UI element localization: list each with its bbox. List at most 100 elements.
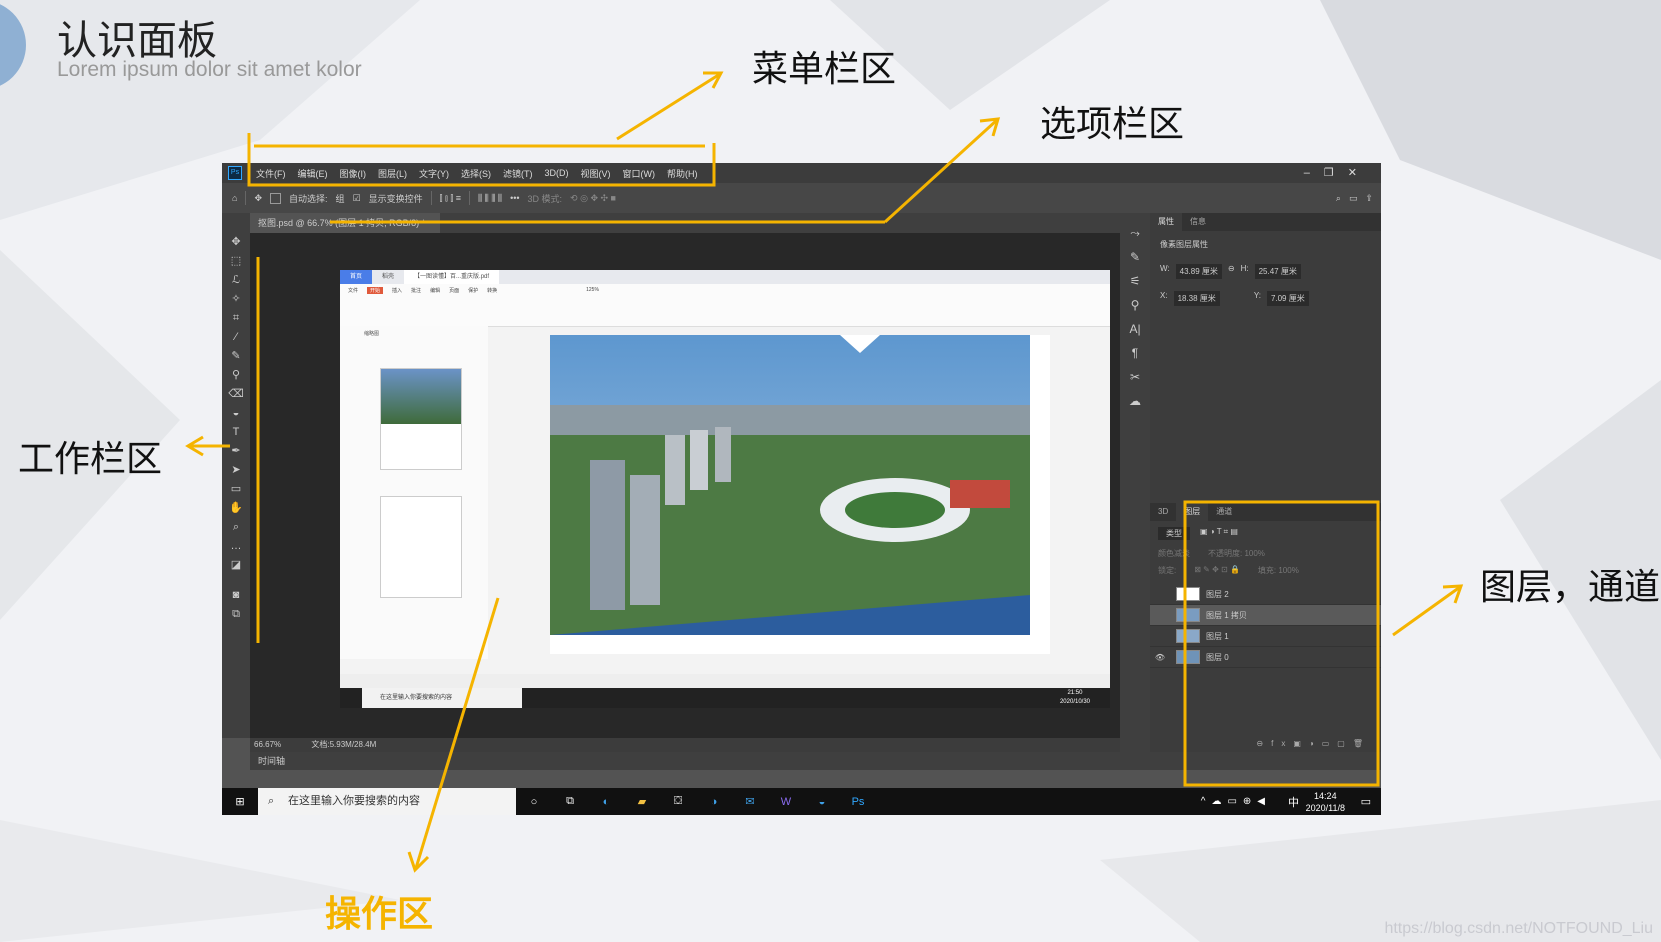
type-tool-icon[interactable]: T — [222, 423, 250, 442]
menu-file[interactable]: 文件(F) — [250, 167, 292, 180]
tray-icons[interactable]: ^☁▭⊕◀ — [1201, 796, 1271, 807]
auto-select-checkbox[interactable] — [269, 192, 281, 204]
tools-icon[interactable]: ✂ — [1120, 365, 1150, 389]
notification-icon[interactable]: ▭ — [1361, 795, 1371, 808]
menu-type[interactable]: 文字(Y) — [413, 167, 455, 180]
status-zoom[interactable]: 66.67% — [254, 740, 281, 749]
ribbon-tab-page[interactable]: 页面 — [449, 287, 459, 294]
tab-layers[interactable]: 图层 — [1176, 503, 1209, 521]
menu-layer[interactable]: 图层(L) — [372, 167, 413, 180]
move-tool-icon[interactable]: ✥ — [254, 193, 262, 204]
layer-row[interactable]: 图层 2 — [1150, 584, 1381, 605]
align-icons[interactable]: ⫿ ⫾ ⫿ ≡ — [440, 193, 461, 204]
color-swatch-icon[interactable]: ◪ — [222, 556, 250, 586]
menu-3d[interactable]: 3D(D) — [539, 168, 575, 178]
layer-footer-icons[interactable]: ⊖fx▣◑▭▢🗑 — [1256, 739, 1371, 748]
taskbar-search[interactable]: ⌕ 在这里输入你要搜索的内容 — [258, 788, 516, 815]
cortana-icon[interactable]: ○ — [516, 796, 552, 808]
edge-icon[interactable]: ◐ — [588, 796, 624, 808]
window-controls[interactable]: –❐✕ — [1304, 166, 1371, 179]
move-tool-icon[interactable]: ✥ — [222, 233, 250, 252]
workspace-icon[interactable]: ▭ — [1349, 193, 1358, 204]
screen-mode-icon[interactable]: ⧉ — [222, 605, 250, 624]
menu-select[interactable]: 选择(S) — [455, 167, 497, 180]
browser2-icon[interactable]: ◒ — [804, 796, 840, 808]
task-view-icon[interactable]: ⧉ — [552, 795, 588, 808]
canvas-area[interactable]: 首页 稻壳 【一图读懂】百...重庆版.pdf 文件 开始 插入 批注 编辑 页… — [250, 233, 1120, 738]
embedded-taskbar-search[interactable]: 在这里输入你要搜索的内容 — [362, 688, 522, 708]
menu-image[interactable]: 图像(I) — [334, 167, 373, 180]
adjustments-icon[interactable]: ⚟ — [1120, 269, 1150, 293]
ribbon-tab-file[interactable]: 文件 — [348, 287, 358, 294]
photoshop-taskbar-icon[interactable]: Ps — [840, 796, 876, 808]
prop-w-value[interactable]: 43.89 厘米 — [1175, 264, 1222, 279]
pdf-tab-home[interactable]: 首页 — [340, 270, 373, 284]
menu-help[interactable]: 帮助(H) — [661, 167, 704, 180]
more-icon[interactable]: ••• — [510, 193, 519, 203]
ribbon-tab-protect[interactable]: 保护 — [468, 287, 478, 294]
pen-tool-icon[interactable]: ✒ — [222, 442, 250, 461]
prop-y-value[interactable]: 7.09 厘米 — [1266, 291, 1309, 306]
more-tools-icon[interactable]: … — [222, 537, 250, 556]
layer-name[interactable]: 图层 1 — [1206, 631, 1229, 642]
layer-name[interactable]: 图层 1 拷贝 — [1206, 610, 1247, 621]
eraser-tool-icon[interactable]: ⌫ — [222, 385, 250, 404]
timeline-panel[interactable]: 时间轴 — [250, 752, 1381, 770]
marquee-tool-icon[interactable]: ⬚ — [222, 252, 250, 271]
share-icon[interactable]: ⇪ — [1365, 193, 1373, 204]
menu-filter[interactable]: 滤镜(T) — [497, 167, 539, 180]
ribbon-tab-edit[interactable]: 编辑 — [430, 287, 440, 294]
menu-window[interactable]: 窗口(W) — [617, 167, 662, 180]
layer-row[interactable]: 图层 1 — [1150, 626, 1381, 647]
prop-h-value[interactable]: 25.47 厘米 — [1254, 264, 1301, 279]
ribbon-tab-start[interactable]: 开始 — [367, 287, 384, 294]
lock-icons[interactable]: ⊠ ✎ ✥ ⊡ 🔒 — [1194, 565, 1240, 576]
pdf-tab-docer[interactable]: 稻壳 — [372, 270, 404, 284]
show-transform-checkbox[interactable]: ☑ — [353, 193, 361, 204]
tab-channels[interactable]: 通道 — [1208, 503, 1240, 521]
eyedropper-icon[interactable]: ⁄ — [222, 328, 250, 347]
3d-mode-icons[interactable]: ⟲ ◎ ✥ ✣ ■ — [570, 193, 616, 204]
thumbnail-page-2[interactable] — [380, 496, 462, 598]
magic-wand-icon[interactable]: ✧ — [222, 290, 250, 309]
tab-3d[interactable]: 3D — [1150, 503, 1176, 521]
blend-mode-select[interactable]: 颜色减淡 — [1158, 548, 1190, 559]
path-select-icon[interactable]: ➤ — [222, 461, 250, 480]
layer-name[interactable]: 图层 2 — [1206, 589, 1229, 600]
shape-tool-icon[interactable]: ▭ — [222, 480, 250, 499]
thumbnail-page-1[interactable] — [380, 368, 462, 470]
layer-name[interactable]: 图层 0 — [1206, 652, 1229, 663]
history-icon[interactable]: ⤳ — [1120, 221, 1150, 245]
tab-info[interactable]: 信息 — [1182, 213, 1214, 231]
hand-tool-icon[interactable]: ✋ — [222, 499, 250, 518]
stamp-tool-icon[interactable]: ⚲ — [222, 366, 250, 385]
folder-icon[interactable]: ▰ — [624, 795, 660, 808]
ribbon-tab-annotate[interactable]: 批注 — [411, 287, 421, 294]
brush-settings-icon[interactable]: ✎ — [1120, 245, 1150, 269]
pdf-tab-document[interactable]: 【一图读懂】百...重庆版.pdf — [404, 270, 500, 284]
lasso-tool-icon[interactable]: ℒ — [222, 271, 250, 290]
layer-row[interactable]: 👁 图层 0 — [1150, 647, 1381, 668]
zoom-level[interactable]: 125% — [586, 287, 599, 294]
layer-row[interactable]: 图层 1 拷贝 — [1150, 605, 1381, 626]
windows-start-icon[interactable]: ⊞ — [222, 795, 258, 808]
distribute-icons[interactable]: ⫼ ⫼ ⫼ ⫼ — [478, 193, 502, 204]
fill-field[interactable]: 填充: 100% — [1258, 565, 1299, 576]
eye-icon[interactable]: 👁 — [1150, 653, 1170, 662]
link-icon[interactable]: ⊖ — [1228, 264, 1235, 279]
ribbon-tab-convert[interactable]: 转换 — [487, 287, 497, 294]
fill-tool-icon[interactable]: ◒ — [222, 404, 250, 423]
cloud-icon[interactable]: ☁ — [1120, 389, 1150, 413]
taskbar-clock[interactable]: 14:24 2020/11/8 — [1306, 790, 1345, 814]
browser-icon[interactable]: ◑ — [696, 796, 732, 808]
ime-indicator[interactable]: 中 — [1288, 794, 1299, 810]
ribbon-tab-insert[interactable]: 插入 — [392, 287, 402, 294]
quick-mask-icon[interactable]: ◙ — [222, 586, 250, 605]
layer-filter-icons[interactable]: ▣ ◑ T ⌗ ▤ — [1200, 527, 1238, 540]
search-icon[interactable]: ⌕ — [1336, 193, 1341, 204]
zoom-tool-icon[interactable]: ⌕ — [222, 518, 250, 537]
clone-source-icon[interactable]: ⚲ — [1120, 293, 1150, 317]
layer-filter-select[interactable]: 类型 — [1158, 527, 1190, 540]
opacity-field[interactable]: 不透明度: 100% — [1208, 548, 1265, 559]
crop-tool-icon[interactable]: ⌗ — [222, 309, 250, 328]
